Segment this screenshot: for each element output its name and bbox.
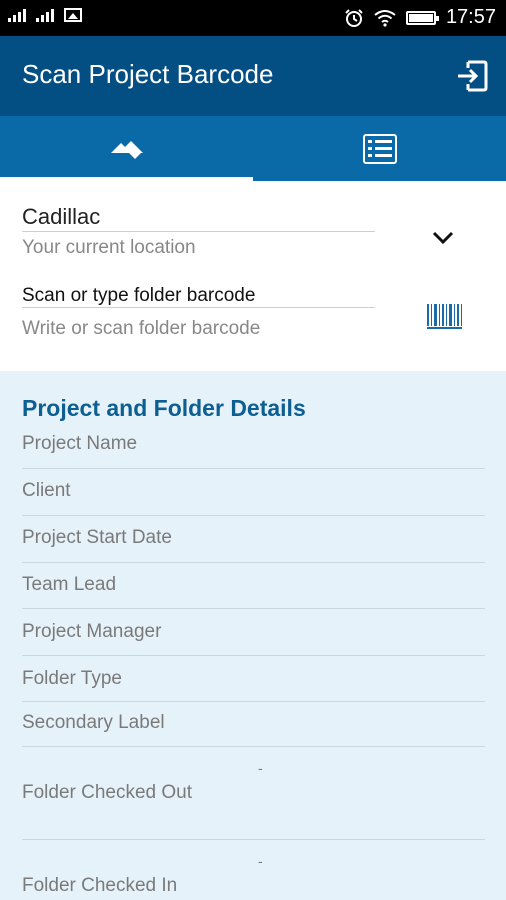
battery-icon bbox=[405, 10, 439, 25]
page-title: Scan Project Barcode bbox=[22, 59, 274, 89]
detail-row: Project Start Date bbox=[22, 516, 485, 563]
divider bbox=[22, 307, 375, 308]
list-tab-icon bbox=[363, 134, 397, 164]
location-hint: Your current location bbox=[22, 237, 196, 258]
detail-label: Team Lead bbox=[22, 574, 117, 595]
detail-row: Secondary Label bbox=[22, 702, 485, 747]
scan-form: Cadillac Your current location Scan or t… bbox=[0, 181, 506, 371]
details-title: Project and Folder Details bbox=[22, 395, 306, 421]
signal-icon bbox=[8, 9, 26, 22]
detail-label: Project Name bbox=[22, 433, 138, 454]
exit-icon[interactable] bbox=[454, 58, 490, 94]
status-bar: 17:57 bbox=[0, 0, 506, 36]
detail-row: Project Manager bbox=[22, 609, 485, 656]
barcode-label: Scan or type folder barcode bbox=[22, 285, 256, 306]
tab-scan[interactable] bbox=[0, 116, 253, 181]
image-icon bbox=[64, 8, 82, 22]
detail-row: - Folder Checked Out bbox=[22, 747, 485, 840]
wifi-icon bbox=[374, 9, 396, 27]
detail-label: Folder Checked Out bbox=[22, 782, 193, 803]
detail-label: Folder Checked In bbox=[22, 875, 178, 896]
status-time: 17:57 bbox=[445, 6, 496, 28]
detail-label: Secondary Label bbox=[22, 712, 165, 733]
details-panel: Project and Folder Details Project Name … bbox=[0, 371, 506, 900]
signal-icon bbox=[36, 9, 54, 22]
chevron-down-icon[interactable] bbox=[430, 227, 456, 247]
detail-value: - bbox=[258, 760, 263, 776]
app-bar: Scan Project Barcode bbox=[0, 36, 506, 116]
detail-label: Folder Type bbox=[22, 668, 122, 689]
detail-row: Folder Type bbox=[22, 656, 485, 702]
tab-bar bbox=[0, 116, 506, 181]
barcode-icon[interactable] bbox=[426, 302, 464, 330]
detail-row: Team Lead bbox=[22, 563, 485, 609]
detail-label: Project Start Date bbox=[22, 527, 172, 548]
scan-tab-icon bbox=[111, 141, 143, 159]
divider bbox=[22, 231, 375, 232]
barcode-input[interactable]: Write or scan folder barcode bbox=[22, 318, 260, 340]
detail-label: Client bbox=[22, 480, 71, 501]
location-select[interactable]: Cadillac bbox=[22, 204, 100, 230]
detail-row: Project Name bbox=[22, 427, 485, 469]
detail-row: - Folder Checked In bbox=[22, 840, 485, 900]
tab-list[interactable] bbox=[253, 116, 506, 181]
detail-row: Client bbox=[22, 469, 485, 516]
alarm-icon bbox=[345, 8, 363, 27]
detail-label: Project Manager bbox=[22, 621, 162, 642]
detail-value: - bbox=[258, 853, 263, 869]
